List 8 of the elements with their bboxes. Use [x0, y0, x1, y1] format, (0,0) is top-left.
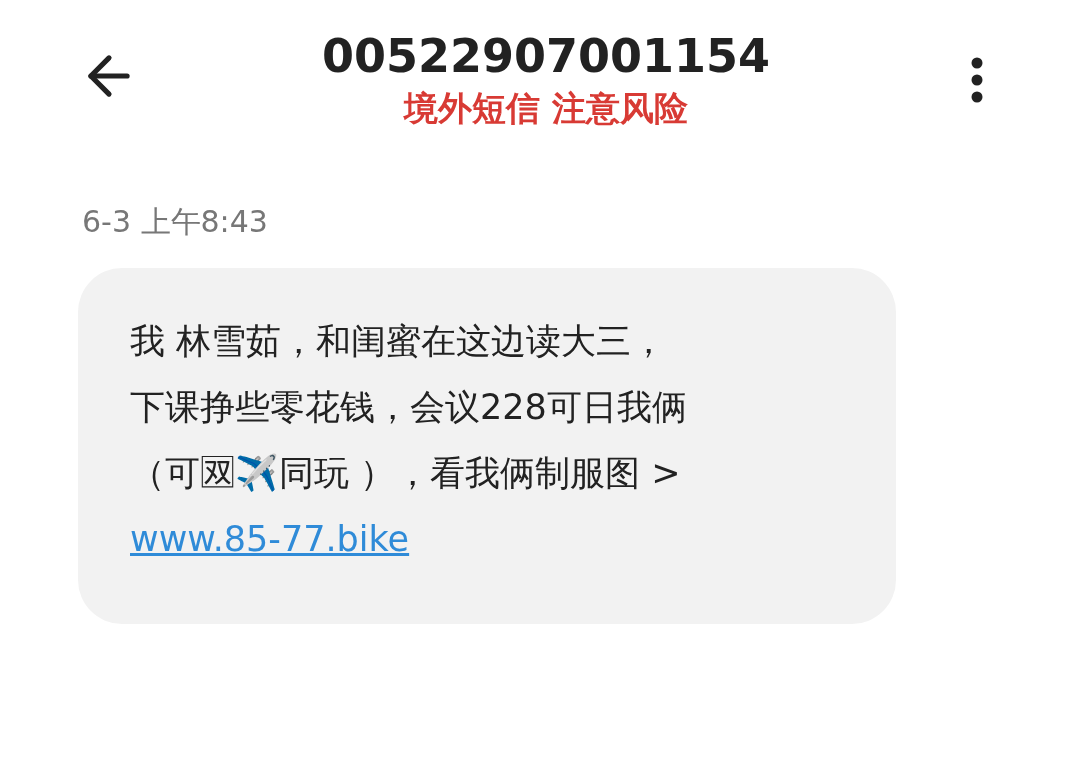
more-icon [971, 57, 983, 103]
message-line: 我 林雪茹，和闺蜜在这边读大三， [130, 321, 667, 361]
message-line: （可🈒✈同玩 ），看我俩制服图 > [130, 453, 681, 493]
risk-warning: 境外短信 注意风险 [404, 87, 688, 130]
sender-number: 00522907001154 [321, 28, 771, 84]
message-line: 下课挣些零花钱，会议228可日我俩 [130, 387, 687, 427]
message-link[interactable]: www.85-77.bike [130, 506, 410, 572]
message-timestamp: 6-3 上午8:43 [82, 203, 269, 241]
